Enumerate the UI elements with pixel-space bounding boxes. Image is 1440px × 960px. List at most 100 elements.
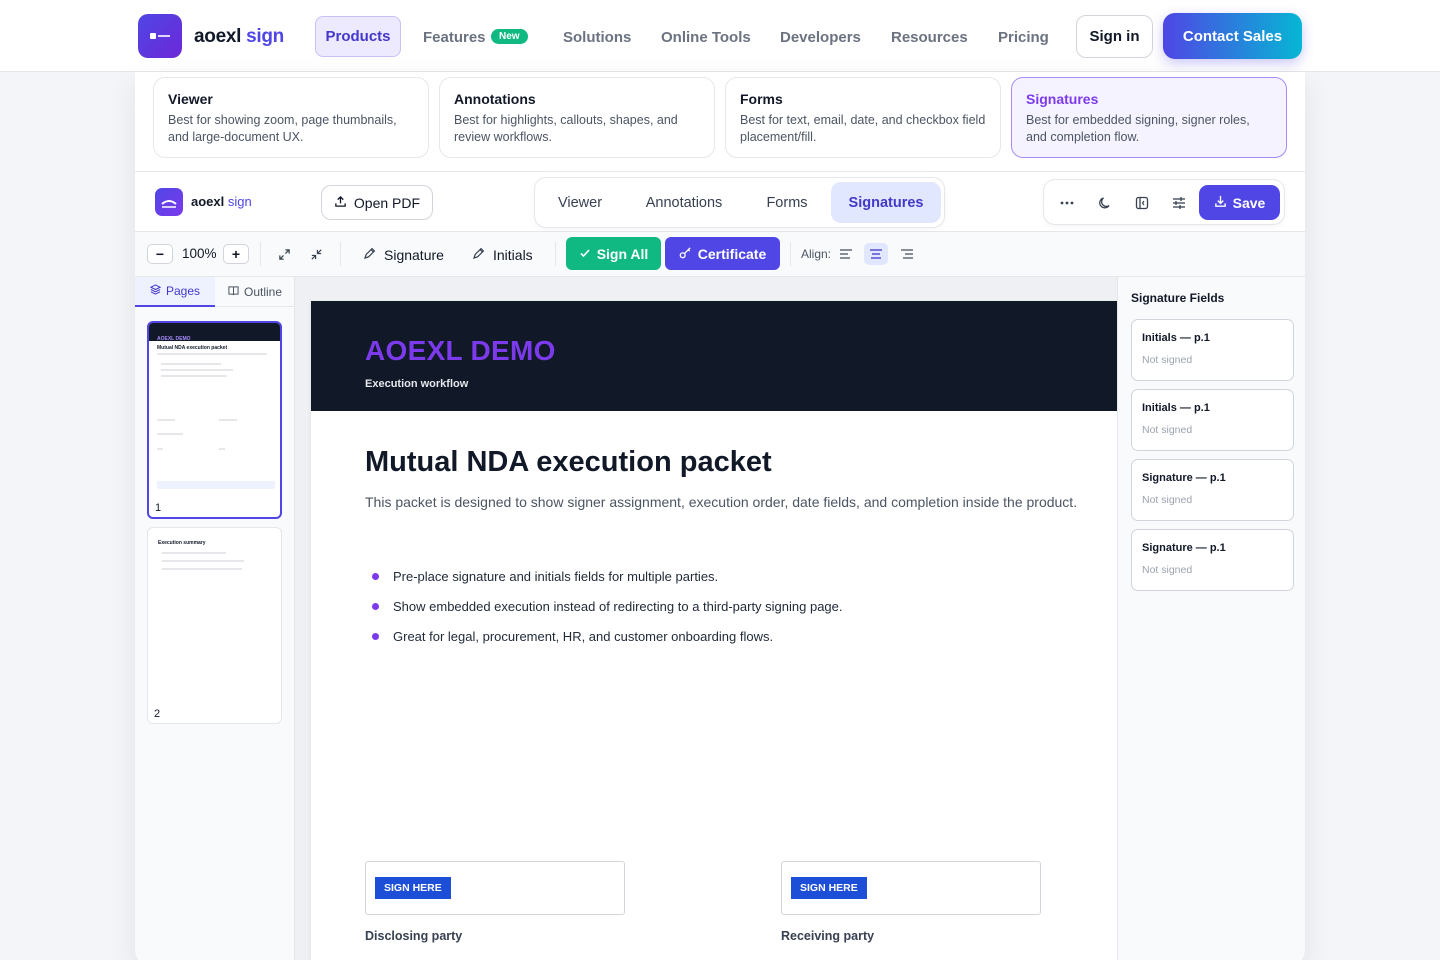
align-left-icon[interactable] bbox=[834, 243, 858, 265]
thumb-text-line bbox=[157, 448, 163, 450]
save-label: Save bbox=[1232, 194, 1266, 211]
signature-field-item[interactable]: Signature — p.1 Not signed bbox=[1131, 529, 1294, 591]
thumb-text-line bbox=[219, 419, 237, 421]
document-viewport[interactable]: AOEXL DEMO Execution workflow Mutual NDA… bbox=[295, 277, 1121, 960]
sign-here-tag[interactable]: SIGN HERE bbox=[375, 877, 451, 899]
divider bbox=[790, 242, 791, 266]
brand-word-1: aoexl bbox=[194, 26, 242, 47]
field-status: Not signed bbox=[1142, 564, 1193, 576]
product-card-signatures[interactable]: Signatures Best for embedded signing, si… bbox=[1011, 77, 1287, 158]
signature-field-item[interactable]: Initials — p.1 Not signed bbox=[1131, 319, 1294, 381]
panel-title: Signature Fields bbox=[1131, 291, 1225, 305]
upload-icon bbox=[334, 195, 347, 211]
open-pdf-button[interactable]: Open PDF bbox=[321, 185, 433, 220]
nav-features[interactable]: Features bbox=[423, 29, 486, 46]
product-title: Annotations bbox=[454, 91, 536, 107]
pen-icon bbox=[472, 246, 486, 263]
tab-outline[interactable]: Outline bbox=[215, 277, 295, 307]
align-label: Align: bbox=[801, 247, 832, 261]
product-card-annotations[interactable]: Annotations Best for highlights, callout… bbox=[439, 77, 715, 158]
signature-field-disclosing[interactable]: SIGN HERE bbox=[365, 861, 625, 915]
pages-panel: Pages Outline AOEXL DEMO Mutual NDA exec… bbox=[135, 277, 295, 960]
product-title: Forms bbox=[740, 91, 783, 107]
nav-products[interactable]: Products bbox=[315, 16, 401, 57]
certificate-label: Certificate bbox=[697, 245, 767, 262]
zoom-out-button[interactable]: − bbox=[147, 244, 173, 264]
tab-forms[interactable]: Forms bbox=[747, 182, 827, 223]
product-title: Signatures bbox=[1026, 91, 1099, 107]
page-thumbnail-1[interactable]: AOEXL DEMO Mutual NDA execution packet 1 bbox=[147, 321, 282, 519]
tab-annotations[interactable]: Annotations bbox=[627, 182, 741, 223]
thumb-text-line bbox=[161, 375, 227, 377]
tab-pages-label: Pages bbox=[165, 284, 201, 298]
pen-icon bbox=[363, 246, 377, 263]
thumb-header: AOEXL DEMO bbox=[149, 323, 280, 342]
signature-field-item[interactable]: Signature — p.1 Not signed bbox=[1131, 459, 1294, 521]
field-name: Signature — p.1 bbox=[1142, 472, 1226, 484]
signature-field-receiving[interactable]: SIGN HERE bbox=[781, 861, 1041, 915]
more-icon[interactable] bbox=[1056, 192, 1078, 214]
thumb-text-line bbox=[157, 353, 267, 355]
document-page: AOEXL DEMO Execution workflow Mutual NDA… bbox=[311, 301, 1121, 960]
thumb-text-line bbox=[162, 552, 226, 554]
document-header-subtitle: Execution workflow bbox=[365, 378, 469, 390]
certificate-button[interactable]: Certificate bbox=[665, 237, 780, 270]
new-badge: New bbox=[491, 29, 528, 44]
app-header: aoexl sign Open PDF Viewer Annotations F… bbox=[135, 172, 1305, 232]
sign-all-button[interactable]: Sign All bbox=[566, 237, 661, 270]
nav-online-tools[interactable]: Online Tools bbox=[661, 29, 751, 46]
nav-developers[interactable]: Developers bbox=[780, 29, 861, 46]
thumb-text-line bbox=[157, 419, 175, 421]
nav-resources[interactable]: Resources bbox=[891, 29, 968, 46]
product-card-viewer[interactable]: Viewer Best for showing zoom, page thumb… bbox=[153, 77, 429, 158]
nav-pricing[interactable]: Pricing bbox=[998, 29, 1049, 46]
document-header-band: AOEXL DEMO Execution workflow bbox=[311, 301, 1121, 411]
sign-here-tag[interactable]: SIGN HERE bbox=[791, 877, 867, 899]
moon-icon[interactable] bbox=[1094, 192, 1116, 214]
bullet-item: Pre-place signature and initials fields … bbox=[393, 569, 719, 584]
tab-signatures[interactable]: Signatures bbox=[831, 182, 941, 223]
brand-word-2: sign bbox=[246, 26, 284, 47]
book-icon bbox=[228, 285, 239, 299]
contact-sales-button[interactable]: Contact Sales bbox=[1163, 13, 1302, 59]
product-desc: Best for highlights, callouts, shapes, a… bbox=[454, 113, 678, 144]
product-card-forms[interactable]: Forms Best for text, email, date, and ch… bbox=[725, 77, 1001, 158]
save-button[interactable]: Save bbox=[1199, 185, 1280, 220]
signature-tool[interactable]: Signature bbox=[363, 245, 444, 264]
app-logo-icon bbox=[155, 188, 183, 216]
app-brand: aoexl sign bbox=[191, 194, 252, 209]
align-center-icon[interactable] bbox=[864, 243, 888, 265]
brand-name[interactable]: aoexl sign bbox=[194, 26, 284, 48]
thumb-note bbox=[157, 481, 275, 489]
sign-in-button[interactable]: Sign in bbox=[1076, 15, 1153, 58]
nav-solutions[interactable]: Solutions bbox=[563, 29, 631, 46]
thumb-text-line bbox=[162, 560, 244, 562]
initials-tool-label: Initials bbox=[493, 246, 533, 263]
tab-pages[interactable]: Pages bbox=[135, 277, 215, 307]
thumb-title: Mutual NDA execution packet bbox=[157, 345, 228, 351]
signature-field-item[interactable]: Initials — p.1 Not signed bbox=[1131, 389, 1294, 451]
settings-sliders-icon[interactable] bbox=[1168, 192, 1190, 214]
document-header-title: AOEXL DEMO bbox=[365, 335, 556, 366]
logo-icon[interactable] bbox=[138, 14, 182, 58]
zoom-in-button[interactable]: + bbox=[223, 244, 249, 264]
bullet-item: Great for legal, procurement, HR, and cu… bbox=[393, 629, 774, 644]
sidebar-toggle-icon[interactable] bbox=[1131, 192, 1153, 214]
bullet-dot bbox=[372, 573, 379, 580]
field-name: Initials — p.1 bbox=[1142, 402, 1210, 414]
initials-tool[interactable]: Initials bbox=[472, 245, 533, 264]
collapse-icon[interactable] bbox=[308, 246, 324, 262]
product-demo-card: Viewer Best for showing zoom, page thumb… bbox=[135, 72, 1305, 960]
expand-icon[interactable] bbox=[276, 246, 292, 262]
align-right-icon[interactable] bbox=[895, 243, 919, 265]
product-desc: Best for showing zoom, page thumbnails, … bbox=[168, 113, 397, 144]
document-title: Mutual NDA execution packet bbox=[365, 446, 772, 478]
tab-viewer[interactable]: Viewer bbox=[539, 182, 621, 223]
thumb-text-line bbox=[161, 369, 233, 371]
field-status: Not signed bbox=[1142, 354, 1193, 366]
bullet-dot bbox=[372, 633, 379, 640]
signature-tool-label: Signature bbox=[384, 246, 444, 263]
download-icon bbox=[1214, 195, 1227, 211]
page-thumbnail-2[interactable]: Execution summary 2 bbox=[147, 527, 282, 724]
thumb-title: Execution summary bbox=[158, 540, 206, 546]
